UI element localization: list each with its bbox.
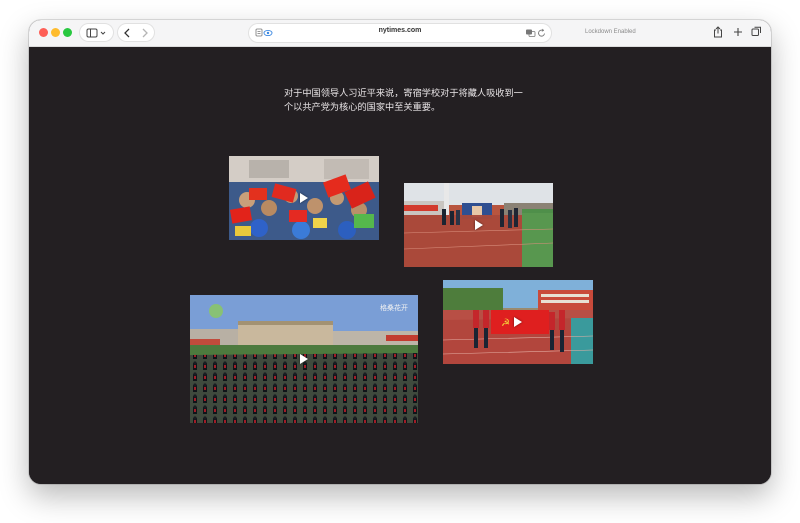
article-paragraph: 对于中国领导人习近平来说，寄宿学校对于将藏人吸收到一个以共产党为核心的国家中至关… <box>284 88 523 113</box>
back-icon[interactable] <box>123 28 131 38</box>
share-icon[interactable] <box>713 26 723 38</box>
browser-toolbar: nytimes.com Lockdown Enabled <box>29 20 771 47</box>
video-player[interactable]: ☭ <box>443 280 593 364</box>
video-player[interactable] <box>229 156 379 240</box>
close-window-button[interactable] <box>39 28 48 37</box>
video-player[interactable] <box>404 183 553 267</box>
address-bar[interactable]: nytimes.com <box>249 24 551 42</box>
address-text: nytimes.com <box>378 27 422 34</box>
sidebar-toggle-button[interactable] <box>80 24 113 41</box>
forward-icon[interactable] <box>141 28 149 38</box>
play-icon[interactable] <box>300 193 308 203</box>
video-watermark: 格桑花开 <box>380 304 408 312</box>
svg-text:☭: ☭ <box>501 318 510 329</box>
browser-window: nytimes.com Lockdown Enabled 对于中国领导人习近平来… <box>29 20 771 484</box>
tab-overview-icon[interactable] <box>751 26 762 37</box>
minimize-window-button[interactable] <box>51 28 60 37</box>
play-icon[interactable] <box>475 220 483 230</box>
zoom-window-button[interactable] <box>63 28 72 37</box>
play-icon[interactable] <box>300 354 308 364</box>
lockdown-status: Lockdown Enabled <box>585 29 636 35</box>
page-content: 对于中国领导人习近平来说，寄宿学校对于将藏人吸收到一个以共产党为核心的国家中至关… <box>29 47 771 484</box>
translate-reload-icon[interactable] <box>525 28 547 38</box>
play-icon[interactable] <box>514 317 522 327</box>
navigation-buttons <box>118 24 154 41</box>
new-tab-icon[interactable] <box>733 27 743 37</box>
video-player[interactable]: 格桑花开 <box>190 295 418 423</box>
sidebar-icon <box>86 28 105 37</box>
